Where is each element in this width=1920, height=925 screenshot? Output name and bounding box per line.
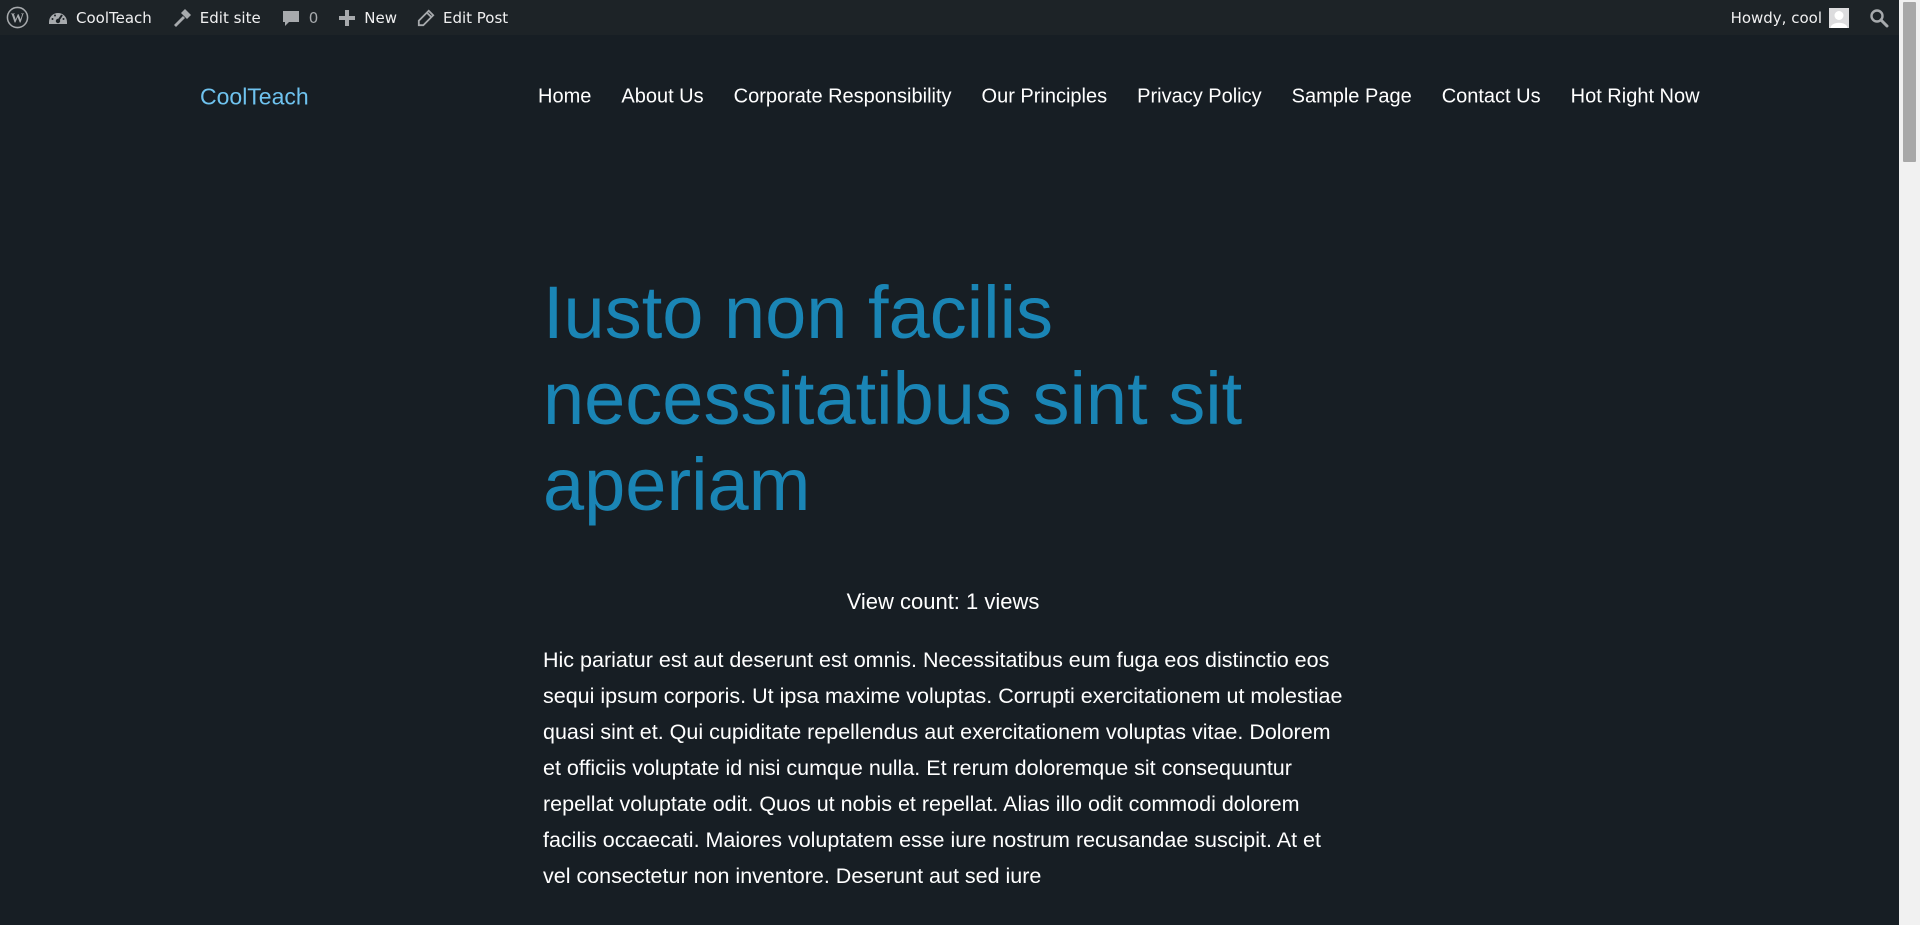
scrollbar-thumb[interactable] [1903, 2, 1916, 162]
nav-item-privacy-policy[interactable]: Privacy Policy [1137, 86, 1261, 109]
comment-bubble-icon [281, 8, 301, 28]
page-scrollbar[interactable] [1899, 0, 1920, 925]
comments-count: 0 [308, 8, 319, 27]
post-body: Hic pariatur est aut deserunt est omnis.… [543, 648, 1343, 888]
search-button[interactable] [1859, 0, 1899, 35]
new-label: New [364, 8, 397, 27]
pencil-icon [417, 9, 435, 27]
svg-text:W: W [11, 10, 25, 25]
edit-post-link[interactable]: Edit Post [407, 0, 518, 35]
site-header: CoolTeach Home About Us Corporate Respon… [0, 35, 1899, 155]
my-account-menu[interactable]: Howdy, cool [1721, 0, 1859, 35]
site-name-label: CoolTeach [76, 8, 152, 27]
search-icon [1869, 8, 1889, 28]
wordpress-logo-icon: W [6, 6, 29, 29]
edit-site-link[interactable]: Edit site [162, 0, 271, 35]
hammer-icon [172, 8, 192, 28]
site-name-menu[interactable]: CoolTeach [38, 0, 162, 35]
site-title[interactable]: CoolTeach [200, 84, 309, 111]
nav-item-sample-page[interactable]: Sample Page [1292, 86, 1412, 109]
dashboard-icon [48, 8, 68, 28]
nav-item-home[interactable]: Home [538, 86, 591, 109]
view-count: View count: 1 views [846, 589, 1040, 614]
nav-item-contact-us[interactable]: Contact Us [1442, 86, 1541, 109]
plus-icon [338, 9, 356, 27]
edit-post-label: Edit Post [442, 8, 509, 27]
main-navigation: Home About Us Corporate Responsibility O… [538, 86, 1700, 109]
admin-bar-left: W CoolTeach Edit site 0 New Edit Post [0, 0, 518, 35]
nav-item-hot-right-now[interactable]: Hot Right Now [1571, 86, 1700, 109]
admin-bar-right: Howdy, cool [1721, 0, 1899, 35]
admin-bar: W CoolTeach Edit site 0 New Edit Post Ho… [0, 0, 1899, 35]
wordpress-menu[interactable]: W [0, 0, 38, 35]
nav-item-our-principles[interactable]: Our Principles [982, 86, 1108, 109]
new-content-menu[interactable]: New [328, 0, 407, 35]
nav-item-about-us[interactable]: About Us [621, 86, 703, 109]
user-avatar [1829, 7, 1849, 28]
post-content: Iusto non facilis necessitatibus sint si… [543, 270, 1343, 916]
edit-site-label: Edit site [199, 8, 261, 27]
post-title: Iusto non facilis necessitatibus sint si… [543, 271, 1243, 526]
howdy-label: Howdy, cool [1730, 8, 1822, 27]
nav-item-corporate-responsibility[interactable]: Corporate Responsibility [734, 86, 952, 109]
comments-link[interactable]: 0 [271, 0, 329, 35]
